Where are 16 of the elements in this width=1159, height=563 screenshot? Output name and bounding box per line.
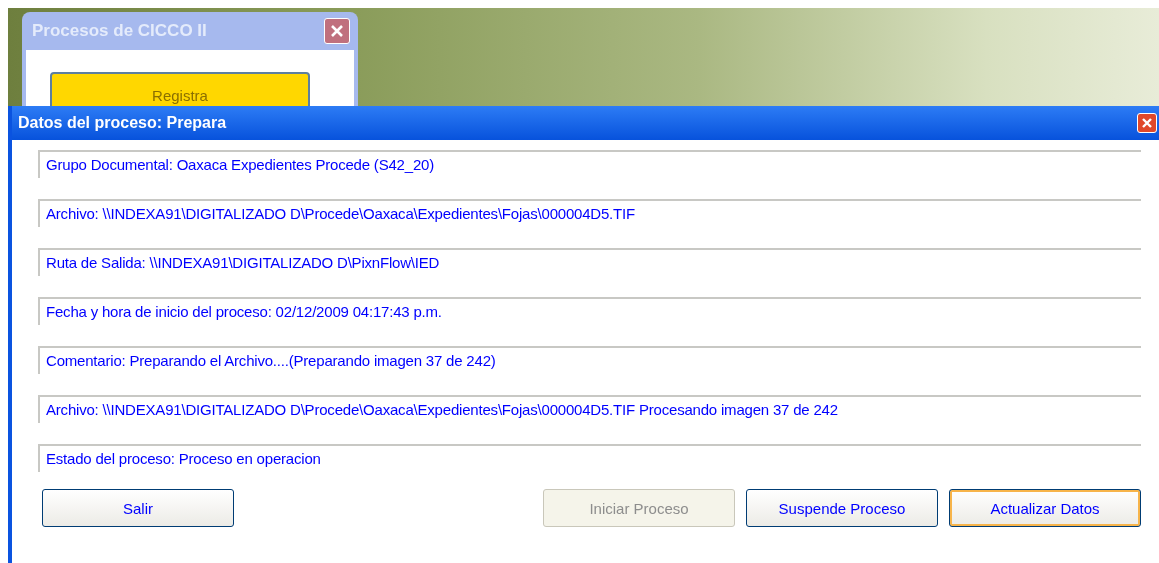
close-icon [1141, 117, 1153, 129]
info-field: Comentario: Preparando el Archivo....(Preparando imagen 37 de 242) [38, 346, 1141, 374]
action-button[interactable]: Actualizar Datos [949, 489, 1141, 527]
info-field: Archivo: \\INDEXA91\DIGITALIZADO D\Procede\Oaxaca\Expedientes\Fojas\000004D5.TIF [38, 199, 1141, 227]
info-field: Ruta de Salida: \\INDEXA91\DIGITALIZADO D\PixnFlow\IED [38, 248, 1141, 276]
action-button[interactable]: Suspende Proceso [746, 489, 938, 527]
close-button[interactable] [324, 18, 350, 44]
close-button[interactable] [1137, 113, 1157, 133]
info-field: Estado del proceso: Proceso en operacion [38, 444, 1141, 472]
action-button[interactable]: Salir [42, 489, 234, 527]
info-field: Fecha y hora de inicio del proceso: 02/12/2009 04:17:43 p.m. [38, 297, 1141, 325]
window-title: Datos del proceso: Prepara [18, 114, 227, 132]
info-field: Grupo Documental: Oaxaca Expedientes Procede (S42_20) [38, 150, 1141, 178]
window-title: Procesos de CICCO II [32, 21, 207, 41]
close-icon [329, 23, 345, 39]
info-field: Archivo: \\INDEXA91\DIGITALIZADO D\Procede\Oaxaca\Expedientes\Fojas\000004D5.TIF Procesando imagen 37 de 242 [38, 395, 1141, 423]
